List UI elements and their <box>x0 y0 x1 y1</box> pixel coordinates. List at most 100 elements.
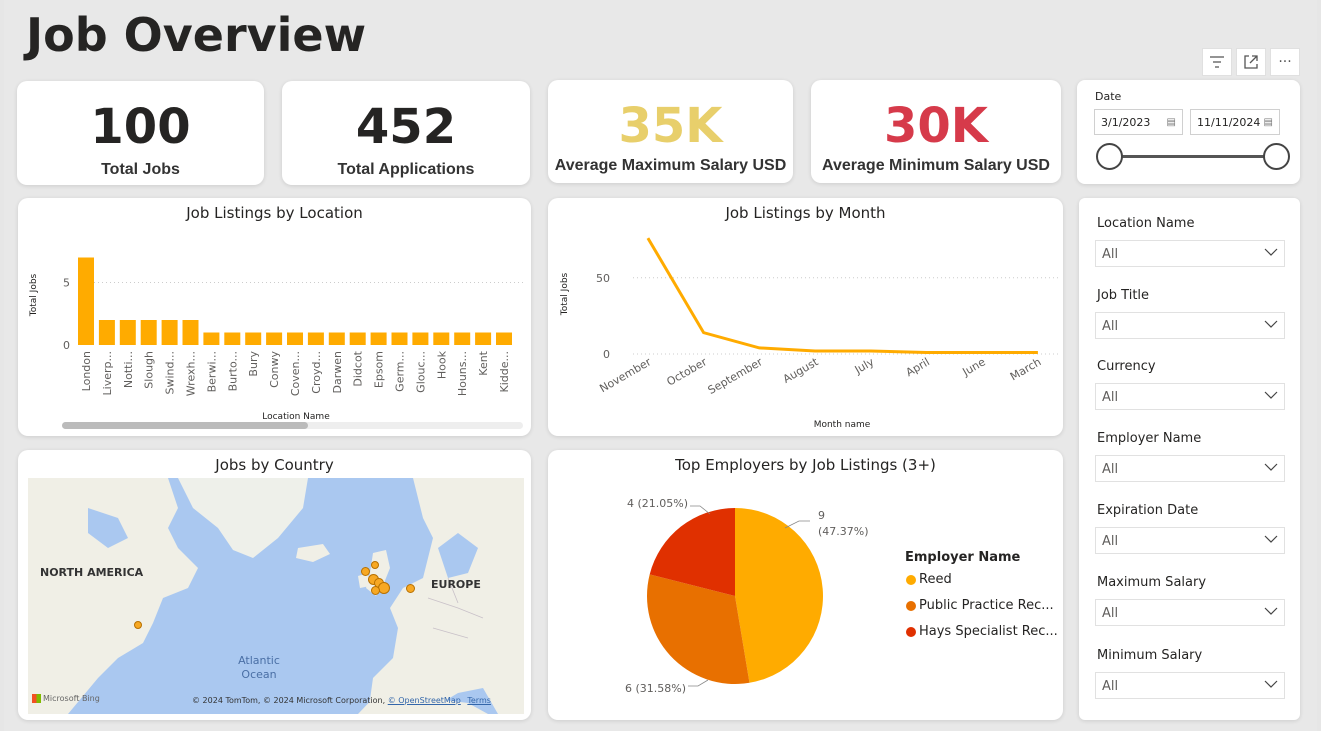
y-tick-label: 50 <box>596 272 610 285</box>
bar <box>119 320 136 345</box>
x-tick-label: Didcot <box>352 350 365 386</box>
y-tick-label: 5 <box>63 277 70 290</box>
focus-mode-icon[interactable] <box>1236 48 1266 76</box>
location-bar-chart: Job Listings by Location 0 5 Total Jobs Lon… <box>18 198 531 436</box>
bar <box>266 332 283 345</box>
bar-chart-svg: 0 5 Total Jobs London Liverp... Notti... Sloug… <box>29 257 523 422</box>
line-chart-svg: 0 50 Total Jobs November OctoberSeptember Aug… <box>560 237 1058 430</box>
slicer-value: All <box>1102 390 1119 405</box>
kpi-card-avg-max-salary[interactable]: 35K Average Maximum Salary USD <box>548 80 793 183</box>
chevron-down-icon[interactable] <box>1264 317 1278 331</box>
y-tick-label: 0 <box>63 339 70 352</box>
kpi-label: Total Applications <box>337 161 475 178</box>
chevron-down-icon[interactable] <box>1264 460 1278 474</box>
x-tick-label: Houns... <box>456 351 469 396</box>
date-range-slider[interactable] <box>1109 155 1277 158</box>
chevron-down-icon[interactable] <box>1264 388 1278 402</box>
filter-panel: Location Name All Job Title All Currency All E… <box>1079 198 1300 720</box>
landmass-north-america <box>28 478 198 714</box>
page-title: Job Overview <box>26 8 367 62</box>
map-marker[interactable] <box>134 621 142 629</box>
filter-icon[interactable] <box>1202 48 1232 76</box>
chevron-down-icon[interactable] <box>1264 677 1278 691</box>
more-options-icon[interactable]: ··· <box>1270 48 1300 76</box>
microsoft-logo-icon <box>32 694 41 703</box>
map-marker[interactable] <box>371 561 379 569</box>
slicer-dropdown[interactable]: All <box>1095 527 1285 554</box>
slicer-label: Maximum Salary <box>1097 575 1207 590</box>
bar <box>391 332 408 345</box>
slider-start-handle[interactable] <box>1096 143 1123 170</box>
map-marker[interactable] <box>371 586 380 595</box>
series-line <box>646 237 1038 354</box>
calendar-icon[interactable]: ▤ <box>1167 117 1176 128</box>
kpi-label: Average Minimum Salary USD <box>822 157 1050 174</box>
x-tick-label: Kidde... <box>498 351 511 393</box>
x-tick-label: Bury <box>247 351 260 377</box>
slicer-label: Expiration Date <box>1097 503 1199 518</box>
kpi-value: 100 <box>90 99 191 155</box>
kpi-card-avg-min-salary[interactable]: 30K Average Minimum Salary USD <box>811 80 1061 183</box>
chevron-down-icon[interactable] <box>1264 604 1278 618</box>
legend-item-reed[interactable]: Reed <box>906 572 952 587</box>
scrollbar-thumb[interactable] <box>62 422 308 429</box>
slicer-dropdown[interactable]: All <box>1095 312 1285 339</box>
legend-label: Public Practice Rec... <box>919 598 1054 613</box>
slicer-label: Employer Name <box>1097 431 1202 446</box>
kpi-card-total-applications[interactable]: 452 Total Applications <box>282 81 530 185</box>
chevron-down-icon[interactable] <box>1264 532 1278 546</box>
legend-dot <box>906 626 916 637</box>
bar <box>140 320 157 345</box>
bar <box>433 332 450 345</box>
slicer-label: Currency <box>1097 359 1156 374</box>
slicer-label: Job Title <box>1097 288 1150 303</box>
kpi-card-total-jobs[interactable]: 100 Total Jobs <box>17 81 264 185</box>
x-tick-label: Berwi... <box>205 351 218 392</box>
visual-toolbar: ··· <box>1202 48 1300 76</box>
map-attribution: © 2024 TomTom, © 2024 Microsoft Corporat… <box>192 696 491 705</box>
map-marker[interactable] <box>406 584 415 593</box>
end-date-value: 11/11/2024 <box>1197 115 1261 129</box>
slicer-dropdown[interactable]: All <box>1095 672 1285 699</box>
data-label: 9 <box>818 509 825 522</box>
x-tick-label: Burto... <box>226 351 239 391</box>
map-area[interactable]: NORTH AMERICA EUROPE Atlantic Ocean Micr… <box>28 478 524 714</box>
x-tick-label: Glouc... <box>414 351 427 393</box>
x-tick-label: March <box>1008 355 1044 383</box>
pie-chart-svg: 9 (47.37%) 6 (31.58%) 4 (21.05%) <box>625 497 869 695</box>
slicer-dropdown[interactable]: All <box>1095 240 1285 267</box>
bar <box>203 332 220 345</box>
date-slicer: Date 3/1/2023 ▤ 11/11/2024 ▤ <box>1077 80 1300 184</box>
horizontal-scrollbar[interactable] <box>62 422 523 429</box>
bar <box>98 320 115 345</box>
osm-link[interactable]: © OpenStreetMap <box>388 696 461 705</box>
calendar-icon[interactable]: ▤ <box>1264 117 1273 128</box>
chevron-down-icon[interactable] <box>1264 245 1278 259</box>
bar <box>412 332 429 345</box>
x-tick-label: Darwen <box>331 351 344 393</box>
x-tick-label: Liverp... <box>101 351 114 395</box>
terms-link[interactable]: Terms <box>467 696 491 705</box>
slicer-dropdown[interactable]: All <box>1095 455 1285 482</box>
slicer-dropdown[interactable]: All <box>1095 599 1285 626</box>
start-date-input[interactable]: 3/1/2023 ▤ <box>1094 109 1183 135</box>
data-label: 4 (21.05%) <box>627 497 688 510</box>
legend-dot <box>906 600 916 611</box>
slicer-dropdown[interactable]: All <box>1095 383 1285 410</box>
x-tick-label: Swind... <box>164 351 177 394</box>
x-tick-label: July <box>852 355 877 377</box>
x-tick-label: September <box>706 355 766 397</box>
map-marker[interactable] <box>378 582 390 594</box>
slider-end-handle[interactable] <box>1263 143 1290 170</box>
kpi-value: 35K <box>618 98 723 154</box>
y-axis-label: Total Jobs <box>29 273 39 317</box>
end-date-input[interactable]: 11/11/2024 ▤ <box>1190 109 1280 135</box>
legend-item-hays[interactable]: Hays Specialist Rec... <box>906 624 1058 639</box>
x-tick-label: November <box>597 355 653 395</box>
chart-title: Jobs by Country <box>215 456 334 474</box>
legend-item-public-practice[interactable]: Public Practice Rec... <box>906 598 1054 613</box>
employer-pie-chart: Top Employers by Job Listings (3+) 9 (47.… <box>548 450 1063 720</box>
kpi-label: Total Jobs <box>101 161 180 178</box>
map-label-europe: EUROPE <box>431 578 481 591</box>
data-label: 6 (31.58%) <box>625 682 686 695</box>
